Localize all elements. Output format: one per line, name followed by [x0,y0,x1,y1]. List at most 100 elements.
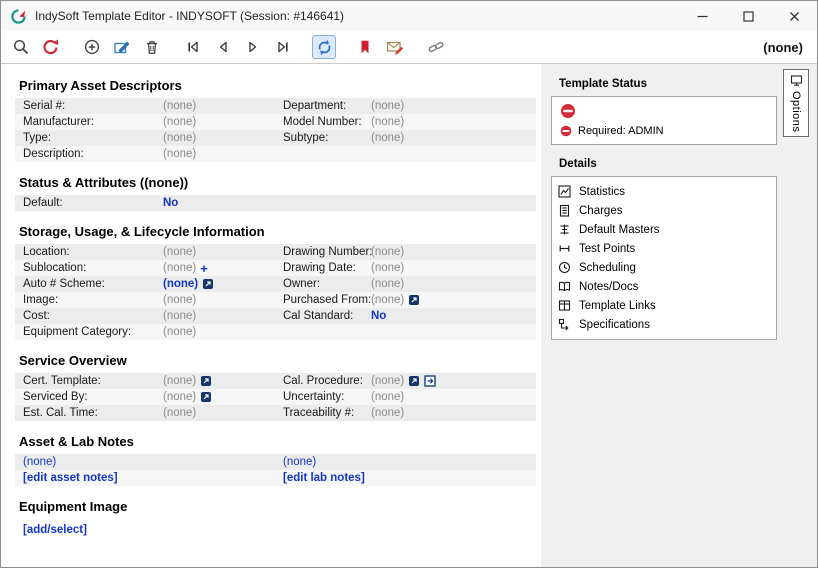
details-item-statistics[interactable]: Statistics [558,182,770,201]
minimize-button[interactable] [679,1,725,31]
field-value: (none) [371,262,536,274]
open-record-icon[interactable] [408,294,420,306]
asset-notes-value[interactable]: (none) [23,456,283,468]
refresh-button[interactable] [312,35,336,59]
field-label: Manufacturer: [23,116,163,128]
last-record-button[interactable] [271,35,295,59]
field-label: Drawing Date: [283,262,371,274]
compose-mail-icon [386,38,404,56]
close-button[interactable] [771,1,817,31]
field-value: (none) [163,294,283,306]
add-sublocation-icon[interactable]: + [200,263,208,274]
details-item-scheduling[interactable]: Scheduling [558,258,770,277]
field-value: (none) [371,407,536,419]
add-select-image-link[interactable]: [add/select] [23,524,541,536]
notes-docs-icon [558,280,571,293]
add-record-button[interactable] [80,35,104,59]
notes-values-row: (none) (none) [15,454,536,470]
maximize-button[interactable] [725,1,771,31]
search-button[interactable] [9,35,33,59]
field-label: Equipment Category: [23,326,163,338]
field-label: Drawing Number: [283,246,371,258]
link-icon [427,38,445,56]
titlebar: IndySoft Template Editor - INDYSOFT (Ses… [1,1,817,31]
field-label: Cal. Procedure: [283,375,371,387]
test-points-icon [558,242,571,255]
first-record-icon [185,39,201,55]
field-label: Uncertainty: [283,391,371,403]
field-label: Cert. Template: [23,375,163,387]
edit-asset-notes-link[interactable]: [edit asset notes] [23,472,283,484]
cal-standard-value[interactable]: No [371,310,536,322]
template-status-title: Template Status [559,78,817,90]
details-item-template-links[interactable]: Template Links [558,296,770,315]
compose-mail-button[interactable] [383,35,407,59]
field-value: (none) [371,391,536,403]
edit-record-button[interactable] [110,35,134,59]
field-value: (none) + [163,262,283,274]
default-value[interactable]: No [163,197,283,209]
open-record-icon[interactable] [200,375,212,387]
details-item-test-points[interactable]: Test Points [558,239,770,258]
app-logo-icon [10,8,27,25]
required-label: Required: ADMIN [578,125,664,137]
bookmark-button[interactable] [353,35,377,59]
details-item-default-masters[interactable]: Default Masters [558,220,770,239]
field-value: (none) [371,100,536,112]
primary-fields: Serial #: (none) Department: (none) Manu… [15,98,536,162]
open-window-icon[interactable] [424,375,436,387]
main-panel: Primary Asset Descriptors Serial #: (non… [1,64,541,567]
previous-record-button[interactable] [211,35,235,59]
add-icon [83,38,101,56]
details-item-charges[interactable]: Charges [558,201,770,220]
template-status-box: Required: ADMIN [551,96,777,145]
open-record-icon[interactable] [202,278,214,290]
cert-template-value: (none) [163,375,283,387]
section-title-storage: Storage, Usage, & Lifecycle Information [19,224,541,239]
edit-lab-notes-link[interactable]: [edit lab notes] [283,472,536,484]
details-item-specifications[interactable]: Specifications [558,315,770,334]
field-label: Traceability #: [283,407,371,419]
next-record-button[interactable] [241,35,265,59]
field-label: Department: [283,100,371,112]
open-record-icon[interactable] [200,391,212,403]
open-record-icon[interactable] [408,375,420,387]
first-record-button[interactable] [181,35,205,59]
field-row: Serviced By: (none) Uncertainty: (none) [15,389,536,405]
delete-record-button[interactable] [140,35,164,59]
field-value: (none) [371,246,536,258]
field-row: Serial #: (none) Department: (none) [15,98,536,114]
field-label: Sublocation: [23,262,163,274]
toolbar: (none) [1,31,817,64]
field-row: Equipment Category: (none) [15,324,536,340]
field-value: (none) [163,116,283,128]
field-row: Est. Cal. Time: (none) Traceability #: (… [15,405,536,421]
field-label: Location: [23,246,163,258]
template-editor-window: IndySoft Template Editor - INDYSOFT (Ses… [0,0,818,568]
details-title: Details [559,158,817,170]
field-value: (none) [371,116,536,128]
serviced-by-value: (none) [163,391,283,403]
required-status-line: Required: ADMIN [560,125,768,137]
details-item-notes-docs[interactable]: Notes/Docs [558,277,770,296]
auto-scheme-value: (none) [163,278,283,290]
field-label: Cost: [23,310,163,322]
options-tab[interactable]: Options [783,69,809,137]
lab-notes-value[interactable]: (none) [283,456,536,468]
no-entry-small-icon [560,125,572,137]
field-value: (none) [163,100,283,112]
field-row: Cert. Template: (none) Cal. Procedure: (… [15,373,536,389]
statistics-icon [558,185,571,198]
section-title-notes: Asset & Lab Notes [19,434,541,449]
field-row: Cost: (none) Cal Standard: No [15,308,536,324]
search-again-icon [42,38,60,56]
field-label: Serial #: [23,100,163,112]
notes-links-row: [edit asset notes] [edit lab notes] [15,470,536,486]
search-again-button[interactable] [39,35,63,59]
field-label: Image: [23,294,163,306]
search-icon [12,38,30,56]
link-button[interactable] [424,35,448,59]
service-fields: Cert. Template: (none) Cal. Procedure: (… [15,373,536,421]
scheduling-icon [558,261,571,274]
no-entry-icon [560,103,576,119]
